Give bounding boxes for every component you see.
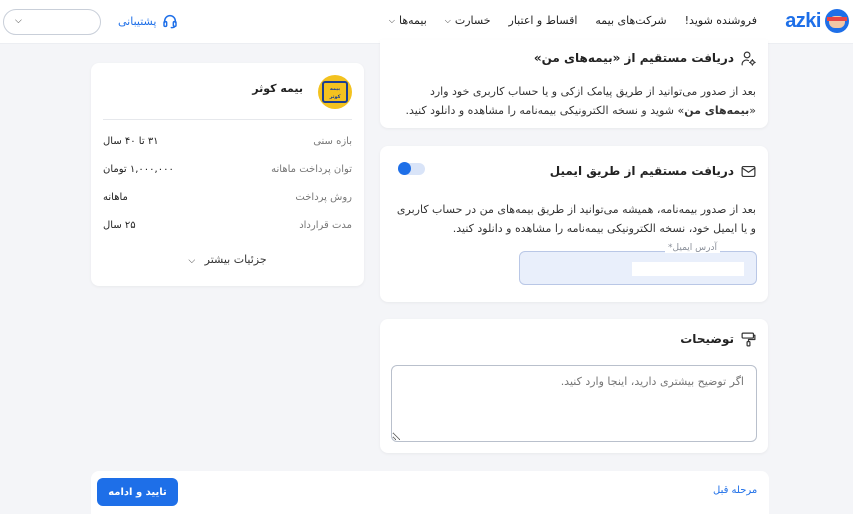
- divider: [103, 119, 352, 120]
- insurer-logo-mark: بیمه کوثر: [322, 81, 348, 103]
- summary-value: ۳۱ تا ۴۰ سال: [103, 136, 159, 147]
- support-link[interactable]: پشتیبانی: [118, 13, 178, 29]
- card-title: توضیحات: [680, 332, 734, 346]
- brand-wordmark: azki: [785, 9, 821, 32]
- summary-row-contract-term: مدت قرارداد ۲۵ سال: [103, 220, 352, 236]
- confirm-continue-button[interactable]: تایید و ادامه: [97, 478, 178, 506]
- notes-textarea[interactable]: [391, 365, 757, 442]
- nav-item-insurers[interactable]: شرکت‌های بیمه: [595, 14, 666, 27]
- email-delivery-toggle[interactable]: [398, 162, 425, 175]
- description-text: » شوید و نسخه الکترونیکی بیمه‌نامه را مش…: [405, 104, 685, 117]
- email-field[interactable]: [519, 251, 757, 285]
- header-select[interactable]: ⌵: [3, 9, 101, 35]
- summary-key: بازه سنی: [313, 136, 352, 147]
- paint-roller-icon: [741, 332, 756, 347]
- more-details-label: جزئیات بیشتر: [204, 253, 267, 266]
- brand-logo[interactable]: azki: [785, 9, 849, 33]
- nav-item-label: فروشنده شوید!: [684, 14, 757, 27]
- chevron-down-icon: ⌵: [15, 16, 22, 26]
- nav-item-label: اقساط و اعتبار: [508, 14, 578, 27]
- envelope-icon: [741, 165, 756, 178]
- summary-value: ۲۵ سال: [103, 220, 136, 231]
- user-settings-icon: [741, 51, 756, 66]
- description-bold: بیمه‌های من: [684, 104, 750, 117]
- summary-key: روش پرداخت: [295, 192, 352, 203]
- nav-item-label: بیمه‌ها: [399, 14, 427, 27]
- insurer-name: بیمه کوثر: [252, 82, 303, 95]
- nav-item-become-seller[interactable]: فروشنده شوید!: [685, 14, 757, 27]
- card-title: دریافت مستقیم از «بیمه‌های من»: [533, 51, 734, 65]
- email-delivery-card: دریافت مستقیم از طریق ایمیل بعد از صدور …: [380, 146, 768, 302]
- site-header: azki بیمه‌ها ⌵ خسارت ⌵ اقساط و اعتبار شر…: [0, 0, 853, 44]
- email-field-value: [632, 262, 744, 276]
- nav-item-installments[interactable]: اقساط و اعتبار: [509, 14, 578, 27]
- nav-item-label: شرکت‌های بیمه: [595, 14, 667, 27]
- nav-item-claims[interactable]: خسارت ⌵: [445, 14, 491, 27]
- chevron-down-icon: ⌵: [444, 15, 451, 25]
- support-label: پشتیبانی: [118, 14, 157, 28]
- summary-row-age-range: بازه سنی ۳۱ تا ۴۰ سال: [103, 136, 352, 152]
- nav-item-label: خسارت: [454, 14, 491, 27]
- chevron-down-icon: ⌵: [188, 256, 196, 266]
- summary-row-payment-method: روش پرداخت ماهانه: [103, 192, 352, 208]
- insurer-logo: بیمه کوثر: [318, 75, 352, 109]
- more-details-button[interactable]: جزئیات بیشتر ⌵: [91, 253, 364, 266]
- card-title: دریافت مستقیم از طریق ایمیل: [549, 164, 734, 178]
- nav-item-insurances[interactable]: بیمه‌ها ⌵: [389, 14, 427, 27]
- card-description: بعد از صدور بیمه‌نامه، همیشه می‌توانید ا…: [396, 203, 756, 235]
- summary-key: توان پرداخت ماهانه: [271, 164, 352, 175]
- email-field-label: آدرس ایمیل*: [665, 243, 720, 253]
- notes-card: توضیحات: [380, 319, 768, 453]
- card-description: بعد از صدور می‌توانید از طریق پیامک ازکی…: [388, 82, 756, 120]
- headset-icon: [163, 15, 178, 29]
- mascot-icon: [825, 9, 849, 33]
- summary-value: ۱,۰۰۰,۰۰۰ تومان: [103, 164, 174, 175]
- chevron-down-icon: ⌵: [388, 15, 395, 25]
- summary-value: ماهانه: [103, 192, 128, 203]
- toggle-knob: [398, 162, 411, 175]
- summary-row-monthly-capacity: توان پرداخت ماهانه ۱,۰۰۰,۰۰۰ تومان: [103, 164, 352, 180]
- previous-step-link[interactable]: مرحله قبل: [713, 485, 757, 496]
- main-nav: بیمه‌ها ⌵ خسارت ⌵ اقساط و اعتبار شرکت‌ها…: [371, 14, 757, 27]
- summary-key: مدت قرارداد: [299, 220, 352, 231]
- my-insurance-delivery-card: دریافت مستقیم از «بیمه‌های من» بعد از صد…: [380, 40, 768, 128]
- plan-summary-card: بیمه کوثر بیمه کوثر بازه سنی ۳۱ تا ۴۰ سا…: [91, 63, 364, 286]
- step-navigation-bar: تایید و ادامه مرحله قبل: [91, 471, 769, 514]
